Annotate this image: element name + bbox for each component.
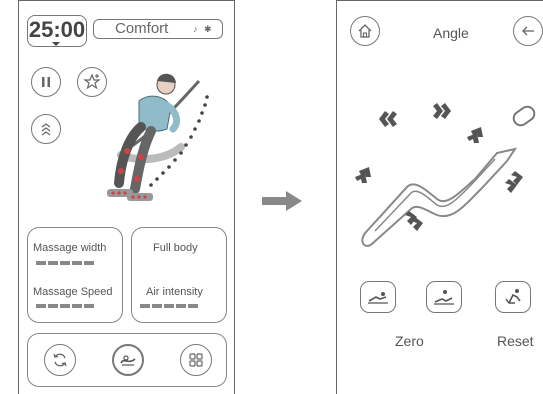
right-screen: Angle Zero Reset: [336, 0, 543, 394]
level-segment: [36, 261, 46, 265]
grid-icon: [189, 353, 203, 367]
full-body-label: Full body: [153, 242, 198, 254]
massage-width-level: [36, 261, 94, 265]
back-up-chevron-icon: [467, 127, 483, 143]
auto-adjust-button[interactable]: [31, 114, 61, 144]
double-chevron-icon: [41, 123, 51, 136]
level-segment: [48, 261, 58, 265]
page-title: Angle: [433, 25, 469, 41]
body-air-card[interactable]: Full body Air intensity: [131, 227, 227, 323]
level-segment: [152, 304, 162, 308]
zero-gravity-button-1[interactable]: [360, 281, 396, 313]
level-segment: [140, 304, 150, 308]
grid-menu-button[interactable]: [180, 344, 212, 376]
person-in-chair-illustration: [107, 73, 209, 201]
massage-mode-icon: [120, 355, 136, 366]
level-segment: [72, 304, 82, 308]
refresh-button[interactable]: [44, 344, 76, 376]
reset-button[interactable]: [495, 281, 531, 313]
massage-mode-button[interactable]: [112, 344, 144, 376]
air-intensity-level: [140, 304, 198, 308]
right-arrow-head: [286, 191, 302, 211]
back-icon: [522, 26, 534, 36]
level-segment: [188, 304, 198, 308]
massage-settings-card[interactable]: Massage width Massage Speed: [27, 227, 123, 323]
level-segment: [60, 304, 70, 308]
chair-angle-diagram: [355, 103, 536, 247]
refresh-icon: [53, 353, 67, 367]
status-icons: ♪ ✱: [193, 24, 214, 34]
back-button[interactable]: [513, 16, 543, 46]
bottom-nav-bar: [27, 333, 227, 387]
level-segment: [36, 304, 46, 308]
level-segment: [60, 261, 70, 265]
zero-gravity-button-2[interactable]: [426, 281, 462, 313]
pause-icon: [42, 77, 50, 87]
massage-width-label: Massage width: [33, 242, 107, 254]
left-screen: 25:00 Comfort ♪ ✱ Massage width Massage …: [18, 0, 235, 394]
level-segment: [164, 304, 174, 308]
level-segment: [84, 304, 94, 308]
level-segment: [176, 304, 186, 308]
back-down-chevron-icon: [505, 171, 523, 193]
leg-down-chevron-icon: [433, 103, 451, 119]
reset-icon: [505, 289, 521, 304]
massage-speed-level: [36, 304, 94, 308]
zero-gravity-icon: [368, 292, 388, 304]
home-icon: [358, 24, 372, 38]
massage-speed-label: Massage Speed: [33, 286, 113, 298]
home-button[interactable]: [350, 16, 380, 46]
chevron-down-icon[interactable]: [52, 42, 60, 46]
pause-button[interactable]: [31, 67, 61, 97]
leg-up-chevron-icon: [379, 111, 397, 127]
level-segment: [72, 261, 82, 265]
level-segment: [84, 261, 94, 265]
level-segment: [48, 304, 58, 308]
zero-label: Zero: [395, 333, 424, 349]
right-arrow-icon: [262, 197, 288, 205]
foot-down-chevron-icon: [405, 211, 423, 231]
reset-label: Reset: [497, 333, 534, 349]
foot-up-chevron-icon: [355, 167, 371, 183]
air-intensity-label: Air intensity: [146, 286, 203, 298]
zero-gravity-icon: [434, 290, 454, 305]
